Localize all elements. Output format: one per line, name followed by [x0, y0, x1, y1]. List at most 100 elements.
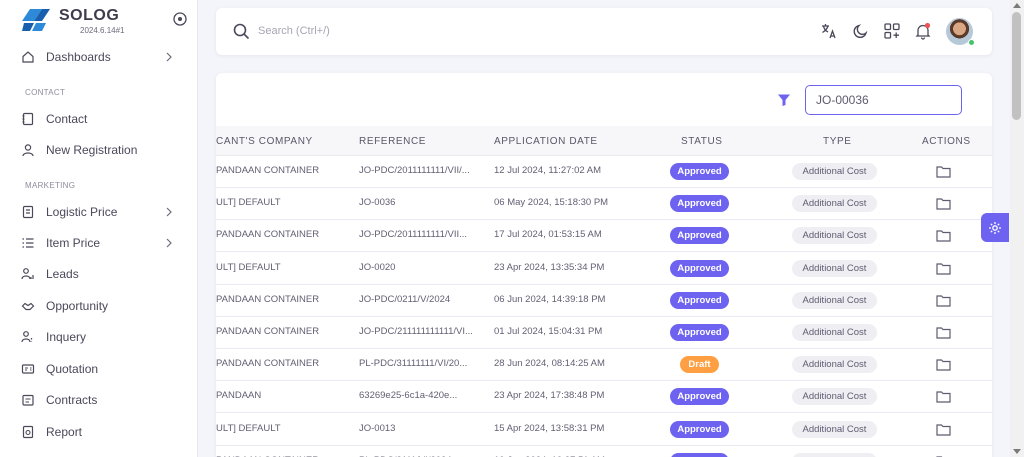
- sidebar-item-inquery[interactable]: Inquery: [20, 325, 180, 349]
- folder-icon[interactable]: [936, 326, 951, 339]
- cell-reference[interactable]: PL-PDC/31111111/VI/20...: [359, 358, 467, 369]
- type-badge: Additional Cost: [792, 259, 877, 277]
- price-list-icon: [20, 204, 36, 220]
- cell-company: PANDAAN CONTAINER: [216, 229, 320, 241]
- table-row: PANDAAN 63269e25-6c1a-420e... 23 Apr 2024,…: [216, 381, 992, 414]
- folder-icon[interactable]: [936, 358, 951, 371]
- column-header-status[interactable]: STATUS: [681, 136, 723, 147]
- sidebar-item-quotation[interactable]: Quotation: [20, 357, 180, 381]
- folder-icon[interactable]: [936, 390, 951, 403]
- type-badge: Additional Cost: [792, 195, 877, 213]
- status-badge: Approved: [670, 291, 729, 309]
- report-icon: [20, 424, 36, 440]
- scroll-down-arrow-icon[interactable]: [1013, 449, 1021, 454]
- column-header-reference[interactable]: REFERENCE: [359, 136, 426, 147]
- search-icon[interactable]: [233, 23, 250, 40]
- cell-company: ULT] DEFAULT: [216, 261, 281, 273]
- brand-version: 2024.6.14#1: [80, 26, 125, 35]
- column-header-type[interactable]: TYPE: [823, 136, 852, 147]
- cell-reference[interactable]: JO-PDC/2011111111/VII...: [359, 229, 467, 240]
- sidebar-item-dashboards[interactable]: Dashboards: [20, 45, 180, 69]
- cell-reference[interactable]: JO-PDC/0211/V/2024: [359, 294, 450, 305]
- translate-icon[interactable]: [820, 22, 838, 40]
- section-header-marketing: MARKETING: [25, 181, 76, 190]
- customizer-gear-button[interactable]: [981, 213, 1009, 242]
- job-order-table-card: CANT'S COMPANY REFERENCE APPLICATION DAT…: [216, 73, 992, 457]
- sidebar: SOLOG 2024.6.14#1 Dashboards CONTACT Con…: [0, 0, 198, 457]
- type-badge: Additional Cost: [792, 388, 877, 406]
- status-badge: Draft: [680, 356, 719, 374]
- filter-icon[interactable]: [777, 93, 791, 107]
- sidebar-item-label: Report: [46, 425, 83, 439]
- sidebar-item-leads[interactable]: Leads: [20, 262, 180, 286]
- user-chart-icon: [20, 266, 36, 282]
- status-badge: Approved: [670, 163, 729, 180]
- cell-application-date: 23 Apr 2024, 13:35:34 PM: [494, 261, 605, 273]
- sidebar-item-new-registration[interactable]: New Registration: [20, 138, 180, 162]
- status-badge: Approved: [670, 324, 729, 341]
- bell-icon[interactable]: [914, 22, 932, 40]
- sidebar-item-label: Contact: [46, 112, 88, 126]
- scroll-up-arrow-icon[interactable]: [1013, 3, 1021, 8]
- cell-application-date: 17 Jul 2024, 01:53:15 AM: [494, 229, 602, 241]
- table-row: ULT] DEFAULT JO-0020 23 Apr 2024, 13:35:34…: [216, 253, 992, 285]
- type-badge: Additional Cost: [792, 163, 877, 180]
- status-badge: Approved: [670, 195, 729, 213]
- cell-reference[interactable]: JO-PDC/211111111111/VI...: [359, 326, 473, 337]
- handshake-icon: [20, 298, 36, 314]
- table-row: ULT] DEFAULT JO-0013 15 Apr 2024, 13:58:31…: [216, 414, 992, 446]
- scrollbar-thumb[interactable]: [1012, 12, 1021, 120]
- column-header-actions: ACTIONS: [922, 136, 971, 147]
- sidebar-item-label: Quotation: [46, 362, 99, 376]
- folder-icon[interactable]: [936, 294, 951, 307]
- folder-icon[interactable]: [936, 229, 951, 242]
- search-filter-input[interactable]: [805, 85, 962, 115]
- sidebar-item-logistic-price[interactable]: Logistic Price: [20, 200, 180, 224]
- cell-reference[interactable]: JO-0036: [359, 197, 395, 208]
- folder-icon[interactable]: [936, 262, 951, 275]
- moon-icon[interactable]: [852, 22, 870, 40]
- search-input[interactable]: [258, 21, 558, 41]
- sidebar-item-label: Item Price: [46, 236, 101, 250]
- table-row: ULT] DEFAULT JO-0036 06 May 2024, 15:18:30…: [216, 188, 992, 221]
- column-header-company[interactable]: CANT'S COMPANY: [216, 136, 313, 147]
- sidebar-item-contact[interactable]: Contact: [20, 107, 180, 131]
- cell-company: ULT] DEFAULT: [216, 422, 281, 434]
- brand[interactable]: SOLOG 2024.6.14#1: [20, 5, 190, 37]
- table-row: PANDAAN CONTAINER JO-PDC/0211/V/2024 06 Ju…: [216, 285, 992, 317]
- folder-icon[interactable]: [936, 165, 951, 178]
- cell-application-date: 15 Apr 2024, 13:58:31 PM: [494, 422, 605, 434]
- sidebar-item-opportunity[interactable]: Opportunity: [20, 294, 180, 318]
- sologlab-logo-icon: [22, 9, 50, 31]
- status-badge: Approved: [670, 388, 729, 406]
- sidebar-item-report[interactable]: Report: [20, 420, 180, 444]
- table-row: PANDAAN CONTAINERPL-PDC/2111/VI/202410 J…: [216, 446, 992, 457]
- cell-reference[interactable]: JO-0013: [359, 423, 395, 434]
- list-icon: [20, 235, 36, 251]
- status-badge: Approved: [670, 227, 729, 245]
- table-header: CANT'S COMPANY REFERENCE APPLICATION DAT…: [216, 126, 992, 156]
- cell-application-date: 23 Apr 2024, 17:38:48 PM: [494, 390, 605, 402]
- folder-icon[interactable]: [936, 423, 951, 436]
- topbar: [216, 8, 992, 55]
- collapse-sidebar-icon[interactable]: [173, 12, 187, 26]
- cell-application-date: 06 Jun 2024, 14:39:18 PM: [494, 293, 606, 305]
- sidebar-item-label: Leads: [46, 267, 79, 281]
- sidebar-item-label: Dashboards: [46, 50, 111, 64]
- receipt-icon: [20, 361, 36, 377]
- folder-icon[interactable]: [936, 197, 951, 210]
- cell-reference[interactable]: 63269e25-6c1a-420e...: [359, 390, 457, 401]
- table-row: PANDAAN CONTAINER PL-PDC/31111111/VI/20..…: [216, 349, 992, 382]
- table-row: PANDAAN CONTAINER JO-PDC/2011111111/VII/.…: [216, 156, 992, 188]
- cell-reference[interactable]: JO-PDC/2011111111/VII/...: [359, 165, 470, 176]
- cell-reference[interactable]: JO-0020: [359, 262, 395, 273]
- home-icon: [20, 49, 36, 65]
- chevron-right-icon: [166, 52, 172, 62]
- sidebar-item-contracts[interactable]: Contracts: [20, 388, 180, 412]
- grid-plus-icon[interactable]: [883, 22, 901, 40]
- sidebar-item-item-price[interactable]: Item Price: [20, 231, 180, 255]
- type-badge: Additional Cost: [792, 324, 877, 341]
- user-question-icon: [20, 329, 36, 345]
- section-header-contact: CONTACT: [25, 88, 66, 97]
- column-header-application-date[interactable]: APPLICATION DATE: [494, 136, 598, 147]
